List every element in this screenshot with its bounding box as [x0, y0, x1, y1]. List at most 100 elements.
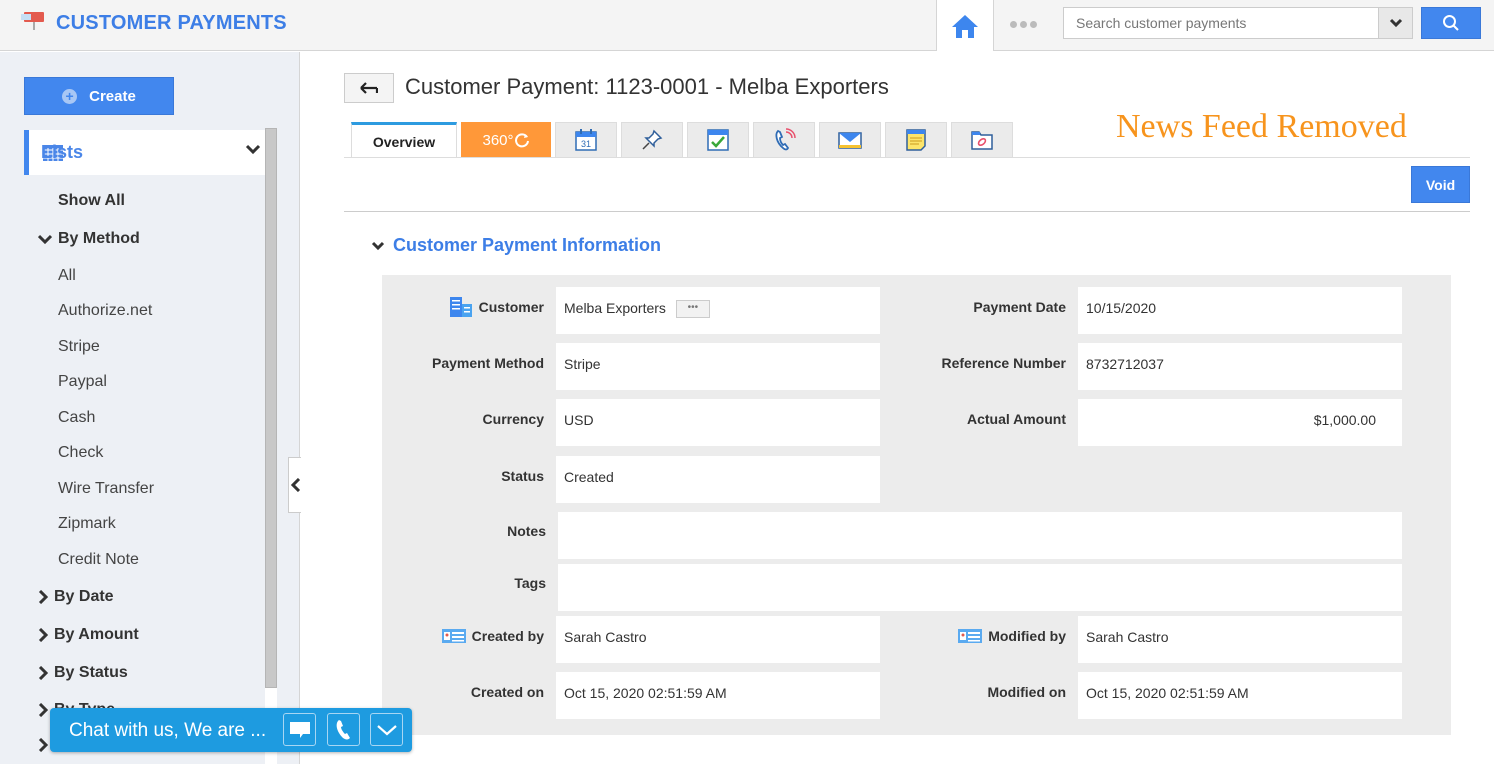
nav-item-all[interactable]: All [58, 267, 76, 285]
collapse-sidebar-button[interactable] [288, 457, 302, 513]
customer-more-button[interactable]: ••• [675, 300, 710, 319]
chevron-right-icon [38, 738, 48, 752]
nav-group-by-amount[interactable]: By Amount [38, 626, 139, 644]
chat-bubble-icon [289, 721, 310, 738]
tags-value [558, 564, 1402, 611]
tab-notes[interactable] [885, 122, 947, 158]
nav-item-paypal[interactable]: Paypal [58, 373, 107, 391]
page-title: Customer Payment: 1123-0001 - Melba Expo… [405, 74, 889, 99]
void-button[interactable]: Void [1411, 166, 1470, 203]
nav-item-authorize-net[interactable]: Authorize.net [58, 302, 152, 320]
nav-item-credit-note[interactable]: Credit Note [58, 551, 139, 569]
search-icon [1443, 15, 1459, 31]
nav-group-by-date[interactable]: By Date [38, 588, 114, 606]
phone-icon [336, 719, 350, 739]
nav-item-cash[interactable]: Cash [58, 409, 95, 427]
nav-group-label: By Date [54, 588, 114, 605]
chevron-down-icon [38, 234, 52, 244]
create-button[interactable]: + Create [24, 77, 174, 115]
nav-group-by-method[interactable]: By Method [38, 230, 140, 248]
notes-icon [906, 129, 926, 151]
status-value: Created [556, 456, 880, 503]
tab-bar: Overview 360° 31 [351, 122, 1013, 158]
search-button[interactable] [1421, 7, 1481, 39]
nav-group-by-status[interactable]: By Status [38, 664, 128, 682]
contact-card-icon [441, 629, 466, 643]
scrollbar-thumb[interactable] [265, 128, 277, 688]
customer-label: Customer [422, 297, 544, 317]
plus-circle-icon: + [62, 88, 78, 104]
created-on-label: Created on [470, 684, 544, 700]
task-check-icon [707, 129, 729, 151]
nav-show-all[interactable]: Show All [58, 192, 125, 210]
tab-attachments[interactable] [951, 122, 1013, 158]
sidebar: + Create Lists Show All By Method All Au… [0, 52, 300, 764]
create-label: Create [89, 87, 136, 105]
chevron-down-icon [376, 724, 397, 735]
attachment-icon [971, 131, 993, 150]
modified-on-value: Oct 15, 2020 02:51:59 AM [1078, 672, 1402, 719]
customer-field: Melba Exporters ••• [556, 287, 880, 334]
customer-link[interactable]: Melba Exporters [564, 300, 666, 316]
tab-calls[interactable] [753, 122, 815, 158]
tab-tasks[interactable] [687, 122, 749, 158]
created-on-value: Oct 15, 2020 02:51:59 AM [556, 672, 880, 719]
modified-by-value[interactable]: Sarah Castro [1078, 616, 1402, 663]
chat-text: Chat with us, We are ... [69, 720, 267, 741]
payment-date-value: 10/15/2020 [1078, 287, 1402, 334]
currency-label: Currency [482, 411, 544, 427]
field-label: Modified by [988, 628, 1066, 644]
chevron-down-icon [1389, 18, 1402, 28]
tab-360[interactable]: 360° [461, 122, 551, 158]
nav-item-wire-transfer[interactable]: Wire Transfer [58, 480, 154, 498]
tab-email[interactable] [819, 122, 881, 158]
app-title: CUSTOMER PAYMENTS [56, 12, 287, 34]
nav-group-more[interactable] [38, 738, 48, 752]
section-header[interactable]: Customer Payment Information [371, 235, 661, 256]
created-by-value[interactable]: Sarah Castro [556, 616, 880, 663]
chevron-down-icon [245, 144, 261, 155]
section-title: Customer Payment Information [393, 235, 662, 255]
payment-method-value: Stripe [556, 343, 880, 390]
nav-item-zipmark[interactable]: Zipmark [58, 515, 116, 533]
nav-group-label: By Status [54, 664, 128, 681]
chevron-right-icon [38, 703, 48, 717]
nav-group-label: By Method [58, 230, 140, 247]
home-button[interactable] [936, 0, 994, 51]
search-box [1063, 7, 1413, 39]
nav-item-stripe[interactable]: Stripe [58, 338, 100, 356]
tab-pin[interactable] [621, 122, 683, 158]
actual-amount-value: $1,000.00 [1078, 399, 1402, 446]
nav-item-check[interactable]: Check [58, 444, 103, 462]
search-dropdown-button[interactable] [1378, 8, 1412, 38]
top-bar: CUSTOMER PAYMENTS [0, 0, 1494, 51]
calendar-icon: 31 [575, 129, 597, 151]
tab-calendar[interactable]: 31 [555, 122, 617, 158]
payment-info-panel: Customer Melba Exporters ••• Payment Met… [382, 275, 1451, 735]
reference-number-value: 8732712037 [1078, 343, 1402, 390]
actual-amount-label: Actual Amount [966, 411, 1066, 427]
modified-by-label: Modified by [902, 626, 1066, 646]
home-icon [952, 14, 978, 38]
modified-on-label: Modified on [987, 684, 1066, 700]
payment-method-label: Payment Method [431, 355, 544, 371]
phone-call-icon [775, 128, 796, 151]
chat-widget[interactable]: Chat with us, We are ... [50, 708, 412, 752]
chat-minimize-button[interactable] [370, 713, 403, 746]
news-feed-banner: News Feed Removed [1116, 108, 1407, 145]
tab-overview[interactable]: Overview [351, 122, 457, 158]
search-input[interactable] [1064, 8, 1374, 38]
email-icon [838, 132, 862, 149]
back-arrow-icon [360, 82, 378, 94]
contact-card-icon [958, 629, 983, 643]
main-content: Customer Payment: 1123-0001 - Melba Expo… [301, 52, 1494, 764]
more-dots-icon[interactable] [1010, 14, 1040, 34]
chat-call-button[interactable] [327, 713, 360, 746]
chat-message-button[interactable] [283, 713, 316, 746]
field-label: Created by [471, 628, 544, 644]
chevron-down-icon [371, 241, 385, 250]
lists-header[interactable]: Lists [24, 130, 265, 175]
reference-number-label: Reference Number [941, 355, 1067, 371]
created-by-label: Created by [402, 626, 544, 646]
back-button[interactable] [344, 73, 394, 103]
